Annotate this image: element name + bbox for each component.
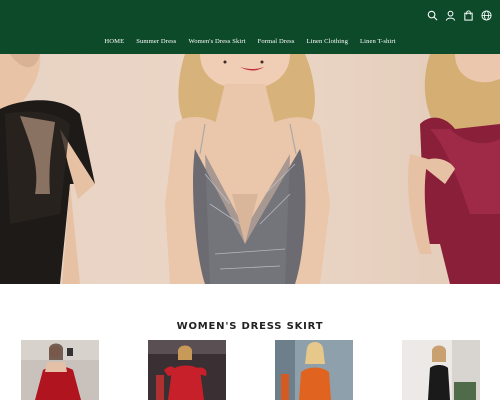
product-image	[21, 340, 99, 400]
product-image	[275, 340, 353, 400]
header-icons	[427, 8, 492, 22]
product-image	[402, 340, 480, 400]
product-card[interactable]	[275, 340, 353, 400]
globe-icon[interactable]	[481, 9, 492, 21]
hero-banner[interactable]	[0, 54, 500, 284]
nav-item-womens-dress-skirt[interactable]: Women's Dress Skirt	[188, 38, 245, 45]
nav-item-summer-dress[interactable]: Summer Dress	[136, 38, 176, 45]
section-title: WOMEN'S DRESS SKIRT	[176, 321, 324, 333]
product-grid	[0, 340, 500, 400]
main-nav: HOME Summer Dress Women's Dress Skirt Fo…	[0, 38, 500, 45]
nav-item-home[interactable]: HOME	[104, 38, 124, 45]
hero-image	[0, 54, 500, 284]
nav-item-formal-dress[interactable]: Formal Dress	[258, 38, 295, 45]
search-icon[interactable]	[427, 10, 438, 21]
site-header: HOME Summer Dress Women's Dress Skirt Fo…	[0, 0, 500, 54]
nav-item-linen-clothing[interactable]: Linen Clothing	[307, 38, 349, 45]
product-image	[148, 340, 226, 400]
nav-item-linen-tshirt[interactable]: Linen T-shirt	[360, 38, 396, 45]
product-card[interactable]	[148, 340, 226, 400]
product-card[interactable]	[21, 340, 99, 400]
bag-icon[interactable]	[463, 9, 474, 21]
user-icon[interactable]	[445, 10, 456, 21]
product-card[interactable]	[402, 340, 480, 400]
